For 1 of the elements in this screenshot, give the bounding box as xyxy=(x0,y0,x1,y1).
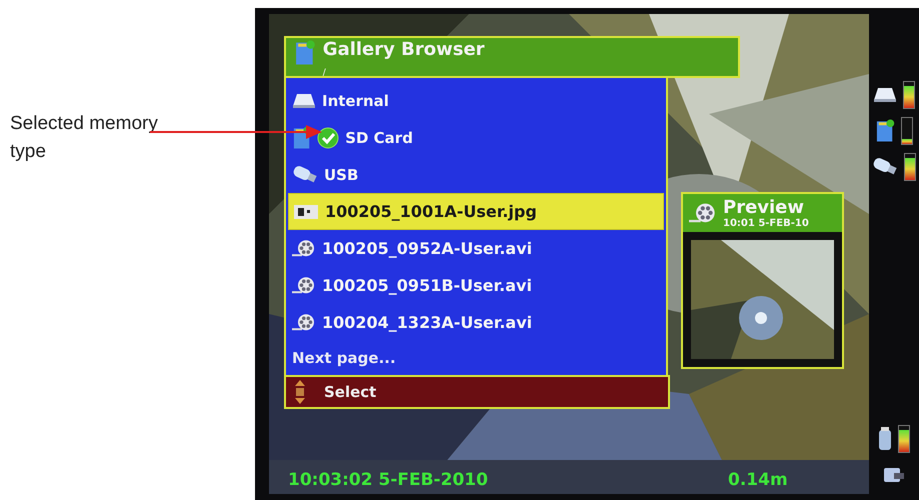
annotation-text: Selected memory type xyxy=(10,112,159,164)
